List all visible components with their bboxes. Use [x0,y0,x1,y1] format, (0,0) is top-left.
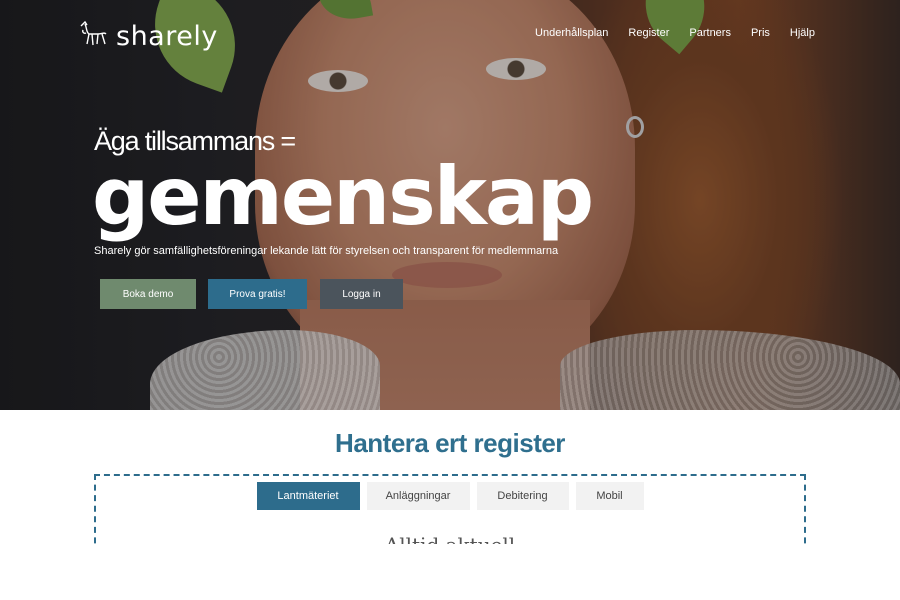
login-button[interactable]: Logga in [320,279,403,309]
tab-debitering[interactable]: Debitering [476,482,569,510]
section-title: Hantera ert register [335,428,565,458]
horse-icon [78,18,110,54]
tab-content-heading: Alltid aktuell [0,535,900,544]
nav-item-partners[interactable]: Partners [689,27,731,39]
nav-item-register[interactable]: Register [628,27,669,39]
nav-item-hjalp[interactable]: Hjälp [790,27,815,39]
tab-mobil[interactable]: Mobil [575,482,644,510]
brand-logo[interactable]: sharely [78,18,218,54]
try-free-button[interactable]: Prova gratis! [208,279,307,309]
register-tabs: Lantmäteriet Anläggningar Debitering Mob… [0,482,900,510]
hero-subline: Sharely gör samfällighetsföreningar leka… [94,245,559,257]
hero-headline-big: gemenskap [92,150,594,243]
tab-content-heading-text: Alltid aktuell [385,535,515,544]
book-demo-button[interactable]: Boka demo [100,279,196,309]
brand-name: sharely [116,20,218,52]
nav-item-underhallsplan[interactable]: Underhållsplan [535,27,608,39]
main-nav: Underhållsplan Register Partners Pris Hj… [535,27,815,39]
page-bottom [0,545,900,600]
tab-anlaggningar[interactable]: Anläggningar [366,482,470,510]
nav-item-pris[interactable]: Pris [751,27,770,39]
tab-lantmateriet[interactable]: Lantmäteriet [256,482,360,510]
